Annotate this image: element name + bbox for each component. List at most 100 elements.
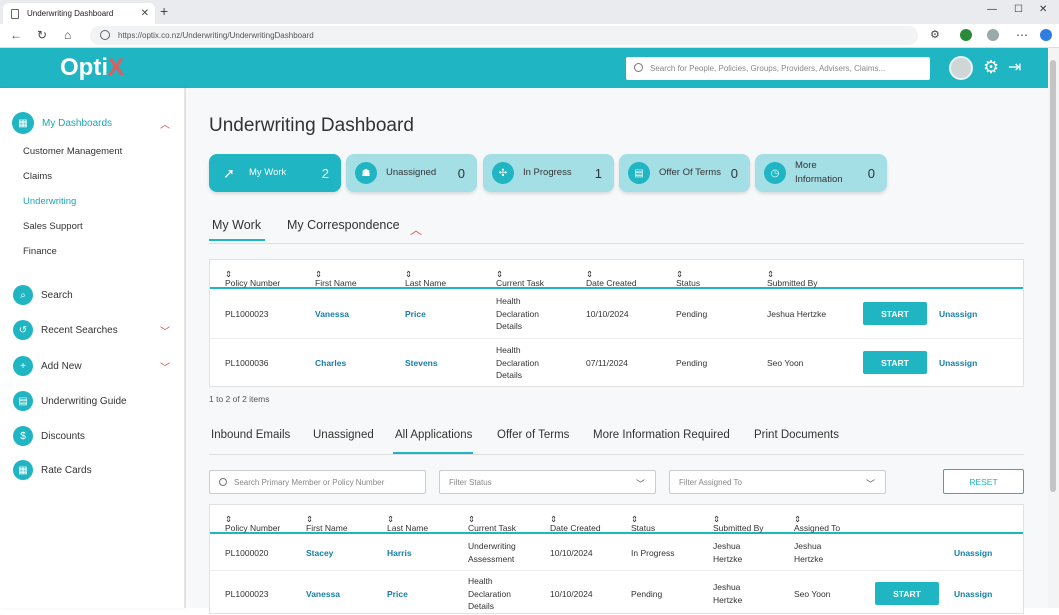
sidebar-item-discounts[interactable]: $ Discounts bbox=[13, 426, 85, 446]
sidebar-item-customer-management[interactable]: Customer Management bbox=[23, 146, 122, 157]
start-button[interactable]: START bbox=[875, 582, 939, 605]
tab-all-applications[interactable]: All Applications bbox=[395, 429, 472, 441]
home-icon[interactable]: ⌂ bbox=[64, 28, 71, 42]
logout-icon[interactable]: ⇥ bbox=[1008, 57, 1021, 77]
browser-tab-strip: Underwriting Dashboard ✕ + — ☐ ✕ bbox=[0, 0, 1059, 24]
extension-icon[interactable] bbox=[960, 29, 972, 41]
chevron-up-icon[interactable]: ︿ bbox=[160, 116, 170, 131]
sidebar-item-finance[interactable]: Finance bbox=[23, 246, 57, 257]
chevron-down-icon[interactable]: ﹀ bbox=[160, 323, 170, 338]
col-status[interactable]: Status ⇕ bbox=[631, 514, 655, 533]
reset-button[interactable]: RESET bbox=[943, 469, 1024, 494]
col-submitted-by[interactable]: Submitted By ⇕ bbox=[767, 269, 818, 288]
sidebar-my-dashboards[interactable]: ▦ My Dashboards bbox=[12, 112, 112, 134]
tab-offer-of-terms[interactable]: Offer of Terms bbox=[497, 429, 569, 441]
address-bar: ← ↻ ⌂ https://optix.co.nz/Underwriting/U… bbox=[0, 24, 1059, 48]
chevron-down-icon[interactable]: ﹀ bbox=[160, 359, 170, 374]
start-button[interactable]: START bbox=[863, 302, 927, 325]
sidebar-item-label: Underwriting Guide bbox=[41, 395, 127, 407]
tab-print-documents[interactable]: Print Documents bbox=[754, 429, 839, 441]
col-current-task[interactable]: Current Task ⇕ bbox=[468, 514, 516, 533]
filter-assigned-placeholder: Filter Assigned To bbox=[679, 477, 742, 487]
profile-icon[interactable] bbox=[987, 29, 999, 41]
extensions-icon[interactable]: ⚙ bbox=[930, 28, 940, 41]
col-first-name[interactable]: First Name ⇕ bbox=[306, 514, 348, 533]
tab-my-correspondence[interactable]: My Correspondence bbox=[287, 218, 400, 232]
tab-more-information-required[interactable]: More Information Required bbox=[593, 429, 730, 441]
unassign-link[interactable]: Unassign bbox=[939, 357, 977, 370]
first-name-link[interactable]: Vanessa bbox=[315, 308, 349, 321]
copilot-icon[interactable] bbox=[1040, 29, 1052, 41]
col-policy-number[interactable]: Policy Number ⇕ bbox=[225, 269, 280, 288]
url-field[interactable]: https://optix.co.nz/Underwriting/Underwr… bbox=[90, 26, 918, 45]
filter-status-select[interactable]: Filter Status ﹀ bbox=[439, 470, 656, 494]
global-search-placeholder: Search for People, Policies, Groups, Pro… bbox=[650, 64, 886, 73]
first-name-link[interactable]: Stacey bbox=[306, 547, 333, 560]
sidebar-item-underwriting[interactable]: Underwriting bbox=[23, 196, 76, 207]
sidebar-item-rate-cards[interactable]: ▦ Rate Cards bbox=[13, 460, 92, 480]
member-search-placeholder: Search Primary Member or Policy Number bbox=[234, 477, 385, 487]
card-offer-of-terms[interactable]: ▤ Offer Of Terms 0 bbox=[619, 154, 750, 192]
unassign-link[interactable]: Unassign bbox=[954, 547, 992, 560]
tab-my-work[interactable]: My Work bbox=[212, 218, 261, 232]
member-search-input[interactable]: Search Primary Member or Policy Number bbox=[209, 470, 426, 494]
filter-assigned-select[interactable]: Filter Assigned To ﹀ bbox=[669, 470, 886, 494]
last-name-link[interactable]: Price bbox=[387, 588, 408, 601]
card-my-work[interactable]: ➚ My Work 2 bbox=[209, 154, 341, 192]
sidebar-item-search[interactable]: ⌕ Search bbox=[13, 285, 73, 305]
tab-unassigned[interactable]: Unassigned bbox=[313, 429, 374, 441]
browser-tab-title: Underwriting Dashboard bbox=[27, 9, 114, 18]
close-window-icon[interactable]: ✕ bbox=[1039, 4, 1047, 15]
sidebar-item-sales-support[interactable]: Sales Support bbox=[23, 221, 83, 232]
card-more-information[interactable]: ◷ More Information 0 bbox=[755, 154, 887, 192]
unassign-link[interactable]: Unassign bbox=[954, 588, 992, 601]
sidebar-item-label: Add New bbox=[41, 360, 82, 372]
sidebar-item-underwriting-guide[interactable]: ▤ Underwriting Guide bbox=[13, 391, 127, 411]
browser-tab[interactable]: Underwriting Dashboard ✕ bbox=[3, 3, 155, 24]
date-created: 10/10/2024 bbox=[550, 548, 593, 558]
gear-icon[interactable]: ⚙ bbox=[983, 57, 999, 78]
col-first-name[interactable]: First Name ⇕ bbox=[315, 269, 357, 288]
col-current-task[interactable]: Current Task ⇕ bbox=[496, 269, 544, 288]
chevron-down-icon: ﹀ bbox=[865, 479, 875, 489]
table-row: PL1000023 Vanessa Price Health Declarati… bbox=[210, 290, 1023, 339]
unassign-link[interactable]: Unassign bbox=[939, 308, 977, 321]
sidebar-item-claims[interactable]: Claims bbox=[23, 171, 52, 182]
url-text: https://optix.co.nz/Underwriting/Underwr… bbox=[118, 31, 314, 40]
card-in-progress[interactable]: ✣ In Progress 1 bbox=[483, 154, 614, 192]
tab-inbound-emails[interactable]: Inbound Emails bbox=[211, 429, 290, 441]
minimize-icon[interactable]: — bbox=[987, 4, 997, 15]
last-name-link[interactable]: Price bbox=[405, 308, 426, 321]
sidebar-item-recent-searches[interactable]: ↺ Recent Searches ﹀ bbox=[13, 320, 170, 340]
collapse-caret-icon[interactable]: ︿ bbox=[410, 221, 422, 238]
avatar[interactable] bbox=[949, 56, 973, 80]
col-date-created[interactable]: Date Created ⇕ bbox=[586, 269, 637, 288]
first-name-link[interactable]: Charles bbox=[315, 357, 346, 370]
close-tab-icon[interactable]: ✕ bbox=[141, 8, 149, 19]
col-assigned-to[interactable]: Assigned To ⇕ bbox=[794, 514, 840, 533]
last-name-link[interactable]: Stevens bbox=[405, 357, 438, 370]
col-date-created[interactable]: Date Created ⇕ bbox=[550, 514, 601, 533]
maximize-icon[interactable]: ☐ bbox=[1014, 4, 1023, 15]
col-policy-number[interactable]: Policy Number ⇕ bbox=[225, 514, 280, 533]
global-search-input[interactable]: Search for People, Policies, Groups, Pro… bbox=[626, 57, 930, 80]
card-label: Offer Of Terms bbox=[659, 167, 721, 178]
back-icon[interactable]: ← bbox=[10, 28, 22, 42]
scrollbar-thumb[interactable] bbox=[1050, 60, 1056, 492]
first-name-link[interactable]: Vanessa bbox=[306, 588, 340, 601]
card-unassigned[interactable]: ☗ Unassigned 0 bbox=[346, 154, 477, 192]
sidebar-item-add-new[interactable]: + Add New ﹀ bbox=[13, 356, 170, 376]
status: Pending bbox=[676, 309, 708, 319]
new-tab-icon[interactable]: + bbox=[160, 3, 168, 19]
more-icon[interactable]: ⋯ bbox=[1016, 28, 1028, 42]
optix-logo[interactable]: OptiX bbox=[60, 54, 124, 82]
reload-icon[interactable]: ↻ bbox=[37, 28, 47, 42]
col-status[interactable]: Status ⇕ bbox=[676, 269, 700, 288]
policy-number: PL1000023 bbox=[225, 309, 269, 319]
col-submitted-by[interactable]: Submitted By ⇕ bbox=[713, 514, 764, 533]
last-name-link[interactable]: Harris bbox=[387, 547, 412, 560]
col-last-name[interactable]: Last Name ⇕ bbox=[405, 269, 446, 288]
col-last-name[interactable]: Last Name ⇕ bbox=[387, 514, 428, 533]
my-work-table: Policy Number ⇕ First Name ⇕ Last Name ⇕… bbox=[209, 259, 1024, 387]
start-button[interactable]: START bbox=[863, 351, 927, 374]
